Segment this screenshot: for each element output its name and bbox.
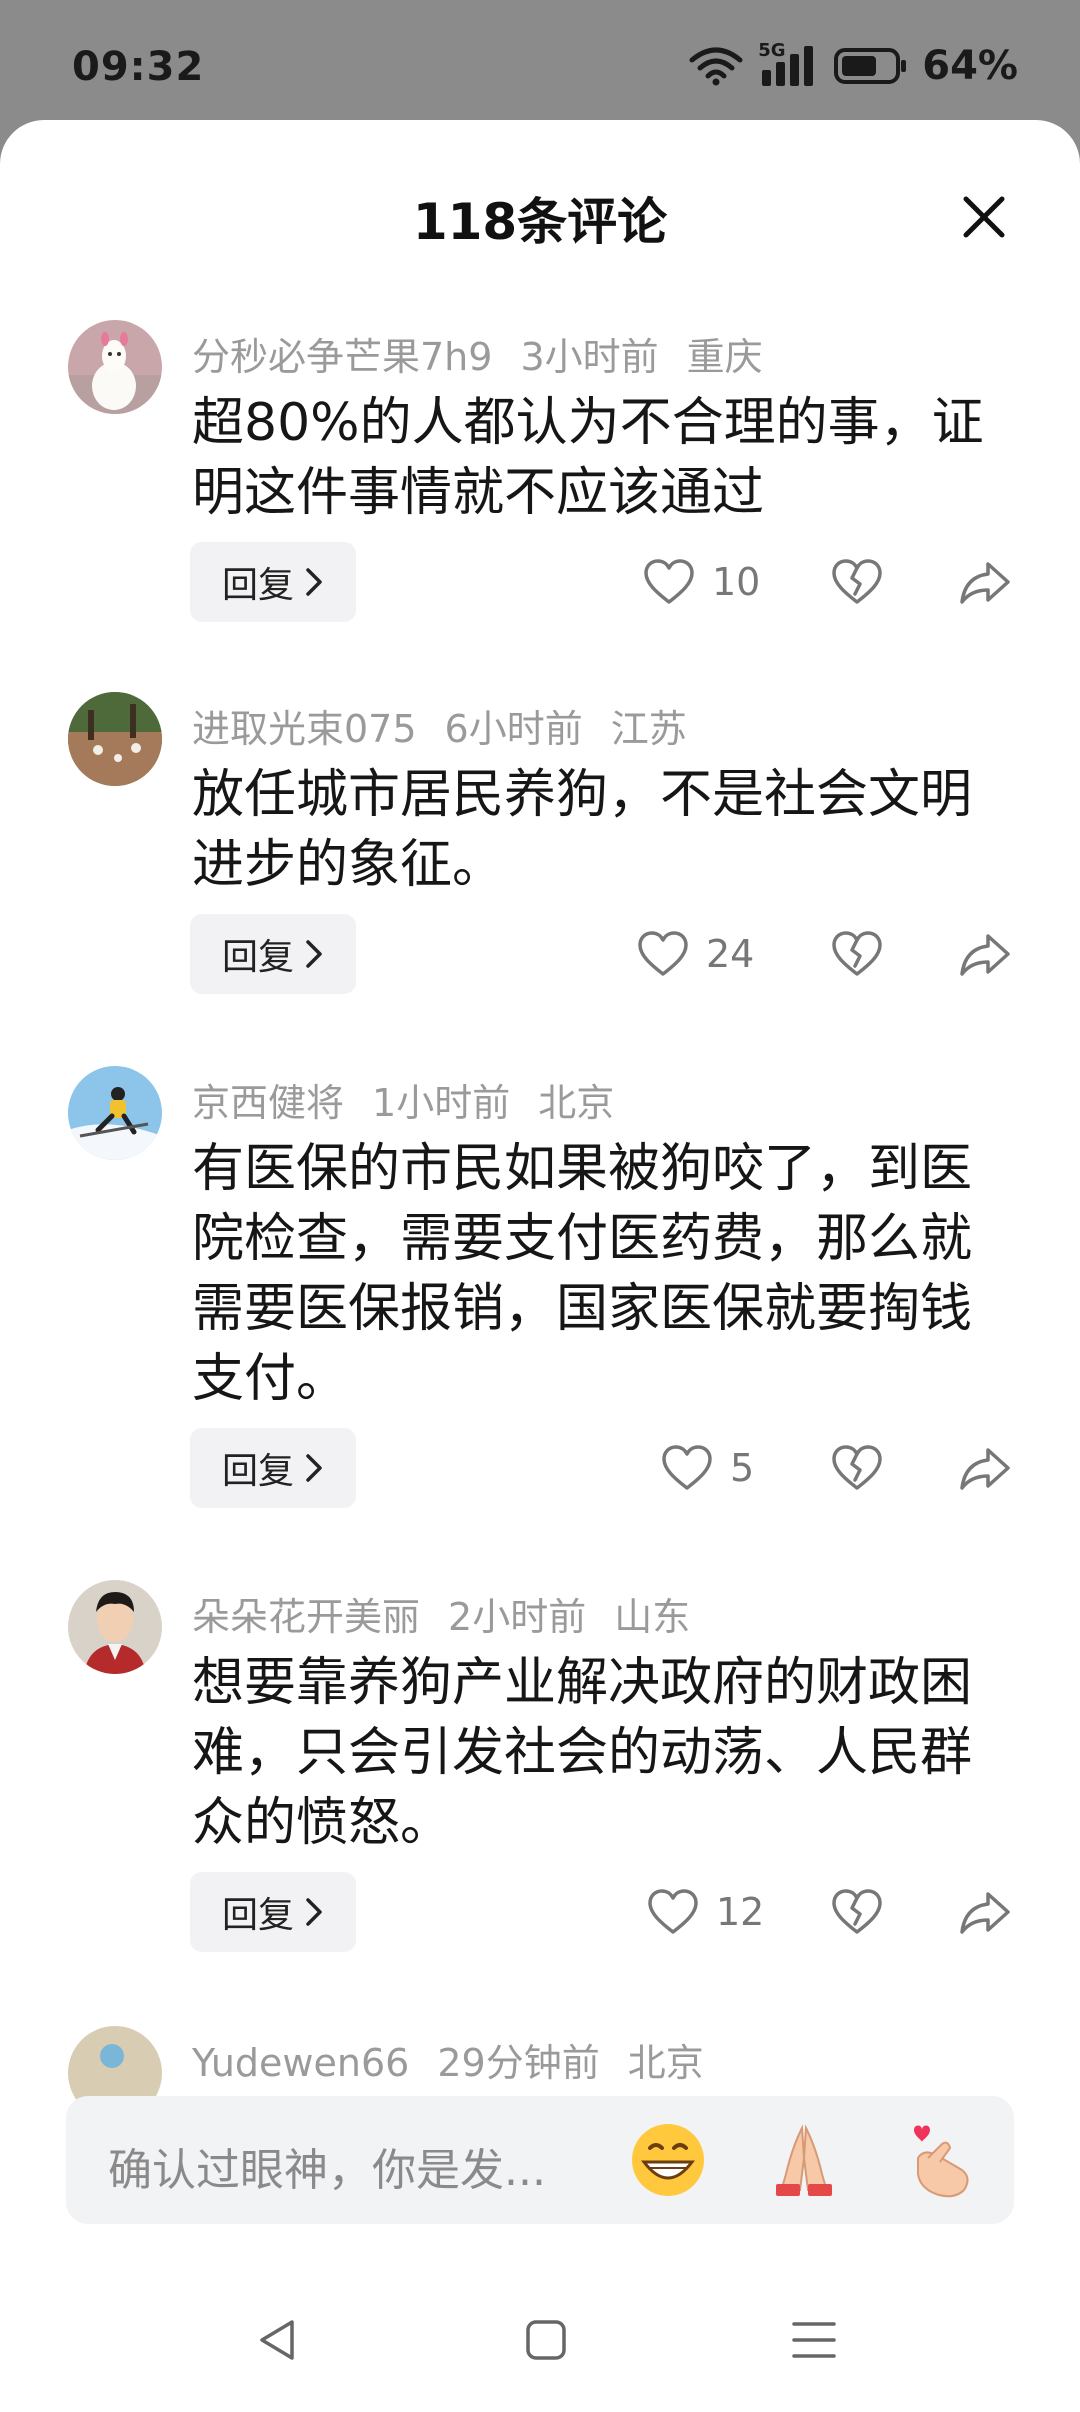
reply-label: 回复	[221, 1451, 294, 1492]
comment-list[interactable]: 分秒必争芒果7h9 3小时前 重庆 超80%的人都认为不合理的事，证明这件事情就不应…	[0, 320, 1080, 2188]
like-count: 12	[716, 1890, 765, 1934]
share-button[interactable]	[958, 1872, 1012, 1952]
broken-heart-icon	[832, 1889, 882, 1934]
heart-outline-icon	[638, 931, 688, 976]
comment-time: 1小时前	[372, 1081, 511, 1125]
reply-button[interactable]: 回复	[190, 542, 356, 622]
close-icon	[963, 196, 1005, 238]
comment-time: 6小时前	[444, 707, 583, 751]
reply-label: 回复	[221, 937, 294, 978]
wifi-icon	[689, 47, 743, 86]
like-count: 24	[706, 932, 755, 976]
avatar[interactable]	[68, 692, 162, 786]
back-icon[interactable]	[246, 2308, 310, 2372]
avatar[interactable]	[68, 1580, 162, 1674]
comment-location: 江苏	[610, 707, 687, 751]
comment-username[interactable]: 京西健将	[192, 1081, 344, 1125]
comment-meta: Yudewen66 29分钟前 北京	[192, 2032, 732, 2087]
status-time: 09:32	[72, 44, 205, 90]
comment-username[interactable]: 朵朵花开美丽	[192, 1595, 420, 1639]
comment-input-placeholder: 确认过眼神，你是发...	[108, 2145, 546, 2196]
comment-time: 29分钟前	[437, 2041, 600, 2085]
comment-meta: 朵朵花开美丽 2小时前 山东	[192, 1586, 718, 1641]
status-bar: 09:32 5G 64%	[0, 0, 1080, 120]
share-arrow-icon	[960, 1892, 1010, 1934]
battery-percent: 64%	[922, 43, 1018, 89]
heart-outline-icon	[662, 1445, 712, 1490]
like-count: 5	[730, 1446, 755, 1490]
menu-icon[interactable]	[782, 2308, 846, 2372]
avatar[interactable]	[68, 320, 162, 414]
comment-username[interactable]: Yudewen66	[192, 2041, 409, 2085]
dislike-button[interactable]	[830, 914, 884, 994]
comment-item: 朵朵花开美丽 2小时前 山东 想要靠养狗产业解决政府的财政困难，只会引发社会的动荡、…	[0, 1580, 1080, 2022]
comment-location: 北京	[627, 2041, 704, 2085]
reply-button[interactable]: 回复	[190, 1428, 356, 1508]
share-button[interactable]	[958, 914, 1012, 994]
like-button[interactable]: 5	[660, 1428, 754, 1508]
comment-text[interactable]: 放任城市居民养狗，不是社会文明进步的象征。	[192, 760, 1022, 900]
reply-label: 回复	[221, 1895, 294, 1936]
comment-username[interactable]: 分秒必争芒果7h9	[192, 335, 492, 379]
status-icons: 5G 64%	[688, 40, 1018, 90]
comment-text[interactable]: 有医保的市民如果被狗咬了，到医院检查，需要支付医药费，那么就需要医保报销，国家医…	[192, 1134, 1022, 1414]
folded-hands-emoji-icon[interactable]	[762, 2118, 846, 2202]
share-arrow-icon	[960, 934, 1010, 976]
comment-location: 北京	[538, 1081, 615, 1125]
comment-location: 重庆	[686, 335, 763, 379]
broken-heart-icon	[832, 1445, 882, 1490]
share-button[interactable]	[958, 542, 1012, 622]
heart-outline-icon	[648, 1889, 698, 1934]
dislike-button[interactable]	[830, 1872, 884, 1952]
comments-sheet: 118条评论 分秒必争芒果7h9 3小时前 重庆 超80%的人都认为不合理的事，…	[0, 120, 1080, 2412]
avatar[interactable]	[68, 1066, 162, 1160]
like-button[interactable]: 10	[642, 542, 760, 622]
reply-label: 回复	[221, 565, 294, 606]
comment-username[interactable]: 进取光束075	[192, 707, 417, 751]
comment-location: 山东	[614, 1595, 691, 1639]
comment-time: 2小时前	[448, 1595, 587, 1639]
battery-icon	[834, 48, 907, 84]
comment-meta: 京西健将 1小时前 北京	[192, 1072, 642, 1127]
share-arrow-icon	[960, 1448, 1010, 1490]
like-button[interactable]: 24	[636, 914, 754, 994]
dislike-button[interactable]	[830, 542, 884, 622]
chevron-right-icon	[306, 940, 322, 968]
comment-item: 进取光束075 6小时前 江苏 放任城市居民养狗，不是社会文明进步的象征。 回复 2…	[0, 692, 1080, 1066]
comment-item: 京西健将 1小时前 北京 有医保的市民如果被狗咬了，到医院检查，需要支付医药费，那么…	[0, 1066, 1080, 1580]
comment-time: 3小时前	[520, 335, 659, 379]
heart-outline-icon	[644, 559, 694, 604]
like-count: 10	[712, 560, 761, 604]
comment-meta: 进取光束075 6小时前 江苏	[192, 698, 715, 753]
dislike-button[interactable]	[830, 1428, 884, 1508]
comment-meta: 分秒必争芒果7h9 3小时前 重庆	[192, 326, 791, 381]
finger-heart-emoji-icon[interactable]	[898, 2118, 982, 2202]
broken-heart-icon	[832, 931, 882, 976]
chevron-right-icon	[306, 568, 322, 596]
share-button[interactable]	[958, 1428, 1012, 1508]
reply-button[interactable]: 回复	[190, 1872, 356, 1952]
cellular-signal-icon: 5G	[758, 40, 820, 88]
grinning-face-emoji-icon[interactable]	[626, 2118, 710, 2202]
broken-heart-icon	[832, 559, 882, 604]
comment-input[interactable]: 确认过眼神，你是发...	[66, 2096, 1014, 2224]
system-nav-bar	[0, 2272, 1080, 2412]
chevron-right-icon	[306, 1898, 322, 1926]
like-button[interactable]: 12	[646, 1872, 764, 1952]
share-arrow-icon	[960, 562, 1010, 604]
comment-text[interactable]: 想要靠养狗产业解决政府的财政困难，只会引发社会的动荡、人民群众的愤怒。	[192, 1648, 1022, 1858]
reply-button[interactable]: 回复	[190, 914, 356, 994]
comment-item: 分秒必争芒果7h9 3小时前 重庆 超80%的人都认为不合理的事，证明这件事情就不应…	[0, 320, 1080, 690]
sheet-title: 118条评论	[412, 193, 668, 251]
chevron-right-icon	[306, 1454, 322, 1482]
comment-text[interactable]: 超80%的人都认为不合理的事，证明这件事情就不应该通过	[192, 388, 1022, 528]
close-button[interactable]	[955, 188, 1013, 246]
home-icon[interactable]	[514, 2308, 578, 2372]
